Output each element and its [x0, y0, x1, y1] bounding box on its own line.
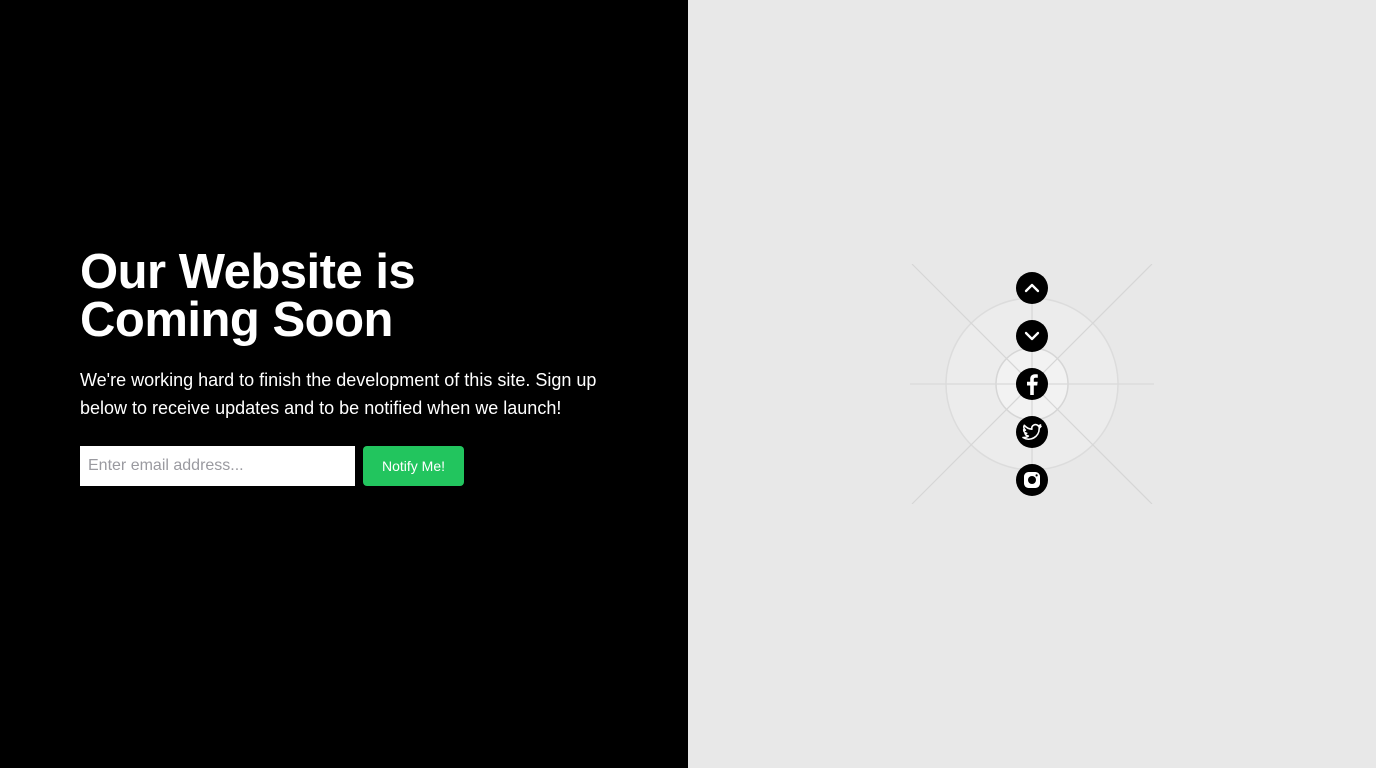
facebook-icon[interactable] — [1016, 368, 1048, 400]
social-panel — [688, 0, 1376, 768]
instagram-icon[interactable] — [1016, 464, 1048, 496]
signup-form: Notify Me! — [80, 446, 620, 486]
hero-content: Our Website is Coming Soon We're working… — [80, 248, 620, 486]
email-field[interactable] — [80, 446, 355, 486]
hero-panel: Our Website is Coming Soon We're working… — [0, 0, 688, 768]
page-title: Our Website is Coming Soon — [80, 245, 416, 347]
page: Our Website is Coming Soon We're working… — [0, 0, 1376, 768]
hero-description: We're working hard to finish the develop… — [80, 370, 597, 418]
chevron-up-icon[interactable] — [1016, 272, 1048, 304]
twitter-icon[interactable] — [1016, 416, 1048, 448]
chevron-down-icon[interactable] — [1016, 320, 1048, 352]
social-icon-stack — [1016, 272, 1048, 512]
notify-button[interactable]: Notify Me! — [363, 446, 464, 486]
